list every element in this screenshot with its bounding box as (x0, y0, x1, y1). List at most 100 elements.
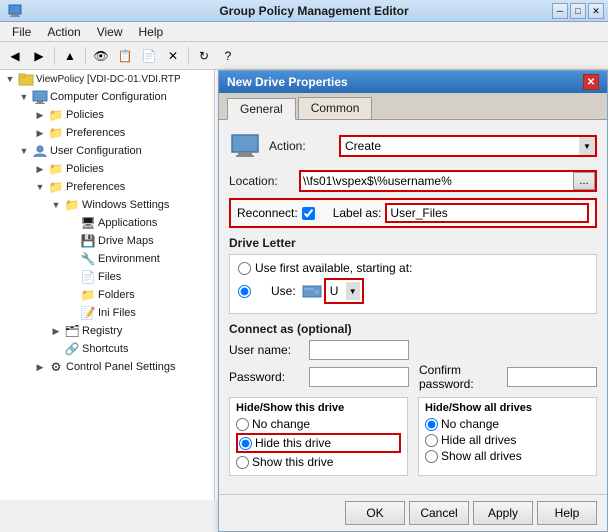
minimize-button[interactable]: ─ (552, 3, 568, 19)
action-select-wrapper: Create Replace Update Delete ▼ (339, 135, 597, 157)
hide-this-drive-label: Hide this drive (255, 436, 331, 450)
show-hide-button[interactable]: 👁 (90, 45, 112, 67)
tree-user-preferences[interactable]: ▼ 📁 Preferences (0, 178, 214, 196)
action-label: Action: (269, 139, 339, 153)
shortcuts-toggle[interactable] (48, 341, 64, 357)
drive-select[interactable]: UVWXYZ (326, 280, 362, 302)
tree-comp-preferences[interactable]: ▶ 📁 Preferences (0, 124, 214, 142)
menu-help[interactable]: Help (131, 23, 172, 41)
registry-icon: 🗂 (64, 324, 80, 338)
tree-control-panel[interactable]: ▶ ⚙ Control Panel Settings (0, 358, 214, 376)
no-change-this-radio[interactable] (236, 418, 249, 431)
close-button[interactable]: ✕ (588, 3, 604, 19)
username-input[interactable] (309, 340, 409, 360)
windows-settings-toggle[interactable]: ▼ (48, 197, 64, 213)
drive-letter-title: Drive Letter (229, 236, 597, 250)
menu-bar: File Action View Help (0, 22, 608, 42)
browse-button[interactable]: ... (573, 172, 595, 190)
confirm-password-input[interactable] (507, 367, 597, 387)
tab-common[interactable]: Common (298, 97, 373, 119)
computer-config-icon (32, 90, 48, 104)
dialog-close-button[interactable]: ✕ (583, 74, 599, 90)
environment-toggle[interactable] (64, 251, 80, 267)
drive-icon-wrapper (302, 283, 324, 299)
tree-windows-settings[interactable]: ▼ 📁 Windows Settings (0, 196, 214, 214)
use-radio[interactable] (238, 285, 251, 298)
hide-this-drive-row: Hide this drive (236, 433, 401, 453)
back-button[interactable]: ◀ (4, 45, 26, 67)
registry-toggle[interactable]: ▶ (48, 323, 64, 339)
drive-maps-toggle[interactable] (64, 233, 80, 249)
user-policies-toggle[interactable]: ▶ (32, 161, 48, 177)
delete-button[interactable]: ✕ (162, 45, 184, 67)
ini-files-label: Ini Files (98, 307, 136, 319)
monitor-icon (229, 130, 261, 162)
hide-all-drives-radio[interactable] (425, 434, 438, 447)
hide-this-drive-radio[interactable] (239, 437, 252, 450)
tree-user-config[interactable]: ▼ User Configuration (0, 142, 214, 160)
applications-toggle[interactable] (64, 215, 80, 231)
tree-ini-files[interactable]: 📝 Ini Files (0, 304, 214, 322)
user-config-toggle[interactable]: ▼ (16, 143, 32, 159)
tree-root[interactable]: ▼ ViewPolicy [VDI-DC-01.VDI.RTP (0, 70, 214, 88)
folders-toggle[interactable] (64, 287, 80, 303)
dialog-content: Action: Create Replace Update Delete ▼ L… (219, 120, 607, 494)
user-pref-toggle[interactable]: ▼ (32, 179, 48, 195)
ok-button[interactable]: OK (345, 501, 405, 525)
new-button[interactable]: 📄 (138, 45, 160, 67)
reconnect-label: Reconnect: (237, 206, 298, 220)
label-input[interactable] (385, 203, 589, 223)
main-layout: ▼ ViewPolicy [VDI-DC-01.VDI.RTP ▼ Comput… (0, 70, 608, 500)
control-panel-toggle[interactable]: ▶ (32, 359, 48, 375)
hide-section-wrapper: Hide/Show this drive No change Hide this… (229, 397, 597, 476)
files-label: Files (98, 271, 121, 283)
show-all-drives-radio[interactable] (425, 450, 438, 463)
tree-shortcuts[interactable]: 🔗 Shortcuts (0, 340, 214, 358)
password-input[interactable] (309, 367, 409, 387)
action-select[interactable]: Create Replace Update Delete (339, 135, 597, 157)
cancel-button[interactable]: Cancel (409, 501, 469, 525)
no-change-all-radio[interactable] (425, 418, 438, 431)
tree-environment[interactable]: 🔧 Environment (0, 250, 214, 268)
control-panel-label: Control Panel Settings (66, 361, 175, 373)
root-toggle[interactable]: ▼ (2, 71, 18, 87)
tab-general[interactable]: General (227, 98, 296, 120)
forward-button[interactable]: ▶ (28, 45, 50, 67)
windows-settings-icon: 📁 (64, 198, 80, 212)
tree-files[interactable]: 📄 Files (0, 268, 214, 286)
menu-file[interactable]: File (4, 23, 39, 41)
maximize-button[interactable]: □ (570, 3, 586, 19)
tree-drive-maps[interactable]: 💾 Drive Maps (0, 232, 214, 250)
tree-folders[interactable]: 📁 Folders (0, 286, 214, 304)
label-as-label: Label as: (333, 206, 382, 220)
folders-icon: 📁 (80, 288, 96, 302)
comp-policies-toggle[interactable]: ▶ (32, 107, 48, 123)
reconnect-checkbox[interactable] (302, 207, 315, 220)
apply-button[interactable]: Apply (473, 501, 533, 525)
show-all-drives-row: Show all drives (425, 449, 590, 463)
show-this-drive-radio[interactable] (236, 456, 249, 469)
tree-user-policies[interactable]: ▶ 📁 Policies (0, 160, 214, 178)
help-button[interactable]: Help (537, 501, 597, 525)
use-first-radio[interactable] (238, 262, 251, 275)
comp-pref-toggle[interactable]: ▶ (32, 125, 48, 141)
shortcuts-label: Shortcuts (82, 343, 128, 355)
tree-comp-policies[interactable]: ▶ 📁 Policies (0, 106, 214, 124)
up-button[interactable]: ▲ (59, 45, 81, 67)
location-input[interactable] (301, 172, 573, 190)
menu-action[interactable]: Action (39, 23, 88, 41)
tree-registry[interactable]: ▶ 🗂 Registry (0, 322, 214, 340)
properties-button[interactable]: 📋 (114, 45, 136, 67)
files-toggle[interactable] (64, 269, 80, 285)
windows-settings-label: Windows Settings (82, 199, 169, 211)
location-row: Location: ... (229, 170, 597, 192)
comp-policies-icon: 📁 (48, 108, 64, 122)
ini-files-toggle[interactable] (64, 305, 80, 321)
refresh-button[interactable]: ↻ (193, 45, 215, 67)
tree-computer-config[interactable]: ▼ Computer Configuration (0, 88, 214, 106)
environment-label: Environment (98, 253, 160, 265)
help-toolbar-button[interactable]: ? (217, 45, 239, 67)
menu-view[interactable]: View (89, 23, 131, 41)
computer-config-toggle[interactable]: ▼ (16, 89, 32, 105)
tree-applications[interactable]: 🖥 Applications (0, 214, 214, 232)
